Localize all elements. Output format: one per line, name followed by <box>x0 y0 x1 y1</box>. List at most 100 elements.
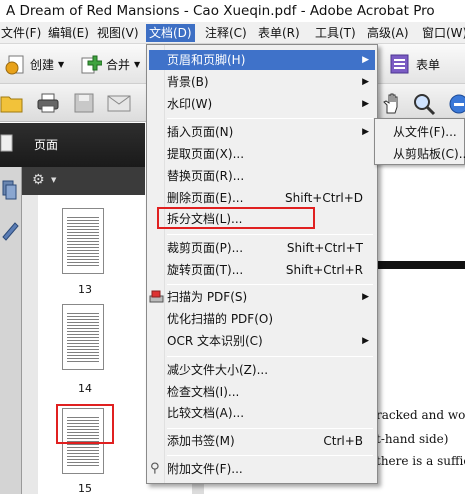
menu-advanced[interactable]: 高级(A) <box>364 24 412 42</box>
submenu-arrow-icon: ▶ <box>362 99 369 109</box>
combine-dropdown-arrow-icon: ▼ <box>134 59 141 69</box>
menu-item-extract-pages[interactable]: 提取页面(X)... <box>149 144 375 164</box>
menu-item-label: 水印(W) <box>167 97 213 111</box>
pages-panel-icon[interactable] <box>0 133 14 155</box>
menu-item-insert-pages[interactable]: 插入页面(N) ▶ <box>149 122 375 142</box>
menu-item-label: 插入页面(N) <box>167 125 234 139</box>
menu-comments[interactable]: 注释(C) <box>202 24 250 42</box>
menu-window[interactable]: 窗口(W) <box>419 24 465 42</box>
insert-pages-submenu: 从文件(F)... 从剪贴板(C)... <box>374 118 465 165</box>
document-text-line: racked and worn <box>376 408 465 422</box>
print-icon[interactable] <box>36 92 60 114</box>
annotation-highlight-thumbnail <box>56 404 114 444</box>
menu-item-examine-document[interactable]: 检查文档(I)... <box>149 382 375 402</box>
menu-item-label: 替换页面(R)... <box>167 169 245 183</box>
menu-item-scan-to-pdf[interactable]: 扫描为 PDF(S) ▶ <box>149 287 375 307</box>
menu-separator <box>167 234 373 235</box>
menu-item-ocr[interactable]: OCR 文本识别(C) ▶ <box>149 331 375 351</box>
create-button[interactable]: 创建 ▼ <box>4 53 64 75</box>
paperclip-icon: ⚲ <box>150 461 160 476</box>
menu-item-compare-documents[interactable]: 比较文档(A)... <box>149 403 375 423</box>
menu-item-label: 添加书签(M) <box>167 434 235 448</box>
menu-item-shortcut: Ctrl+B <box>323 434 363 448</box>
menu-view[interactable]: 视图(V) <box>94 24 142 42</box>
menu-item-shortcut: Shift+Ctrl+R <box>285 263 363 277</box>
menu-item-delete-pages[interactable]: 删除页面(E)... Shift+Ctrl+D <box>149 188 375 208</box>
menu-item-background[interactable]: 背景(B) ▶ <box>149 72 375 92</box>
submenu-arrow-icon: ▶ <box>362 77 369 87</box>
menu-item-attach-file[interactable]: ⚲ 附加文件(F)... <box>149 459 375 479</box>
menu-item-label: 背景(B) <box>167 75 209 89</box>
menu-item-add-bookmark[interactable]: 添加书签(M) Ctrl+B <box>149 431 375 451</box>
page-number: 15 <box>78 482 92 495</box>
menu-bar: 文件(F) 编辑(E) 视图(V) 文档(D) 注释(C) 表单(R) 工具(T… <box>0 22 465 44</box>
menu-item-reduce-file-size[interactable]: 减少文件大小(Z)... <box>149 360 375 380</box>
menu-document[interactable]: 文档(D) <box>146 24 195 42</box>
document-text-line: t-hand side) <box>376 432 449 446</box>
create-label: 创建 <box>30 57 55 72</box>
menu-item-label: 裁剪页面(P)... <box>167 241 244 255</box>
menu-item-replace-pages[interactable]: 替换页面(R)... <box>149 166 375 186</box>
hand-tool-icon[interactable] <box>380 92 404 116</box>
combine-button[interactable]: 合并 ▼ <box>80 53 140 75</box>
menu-item-label: 优化扫描的 PDF(O) <box>167 312 274 326</box>
annotation-highlight-split-document <box>157 207 315 229</box>
menu-separator <box>167 118 373 119</box>
menu-item-label: 减少文件大小(Z)... <box>167 363 269 377</box>
page-thumbnail[interactable] <box>62 208 104 274</box>
navigation-icon-strip <box>0 167 22 494</box>
submenu-item-from-clipboard[interactable]: 从剪贴板(C)... <box>375 143 465 165</box>
options-gear-icon[interactable]: ⚙ <box>32 172 45 188</box>
submenu-arrow-icon: ▶ <box>362 127 369 137</box>
submenu-item-from-file[interactable]: 从文件(F)... <box>375 121 465 143</box>
document-menu: 页眉和页脚(H) ▶ 背景(B) ▶ 水印(W) ▶ 插入页面(N) ▶ 提取页… <box>146 44 378 484</box>
menu-separator <box>167 356 373 357</box>
options-dropdown-arrow-icon[interactable]: ▼ <box>51 176 56 184</box>
menu-item-crop-pages[interactable]: 裁剪页面(P)... Shift+Ctrl+T <box>149 238 375 258</box>
menu-separator <box>167 284 373 285</box>
save-icon[interactable] <box>73 92 95 114</box>
page-thumbnail[interactable] <box>62 304 104 370</box>
thumbnails-options-bar: ⚙ ▼ <box>22 167 145 195</box>
menu-item-watermark[interactable]: 水印(W) ▶ <box>149 94 375 114</box>
menu-item-label: 旋转页面(T)... <box>167 263 244 277</box>
submenu-arrow-icon: ▶ <box>362 292 369 302</box>
email-icon[interactable] <box>106 92 132 114</box>
open-folder-icon[interactable] <box>0 93 24 113</box>
signature-icon[interactable] <box>1 219 19 241</box>
menu-item-label: 比较文档(A)... <box>167 406 245 420</box>
submenu-arrow-icon: ▶ <box>362 55 369 65</box>
window-title: A Dream of Red Mansions - Cao Xueqin.pdf… <box>0 0 465 22</box>
combine-label: 合并 <box>106 57 131 72</box>
forms-button[interactable]: 表单 <box>390 53 440 75</box>
create-dropdown-arrow-icon: ▼ <box>58 59 65 69</box>
menu-item-label: 提取页面(X)... <box>167 147 245 161</box>
menu-item-label: 扫描为 PDF(S) <box>167 290 248 304</box>
menu-tools[interactable]: 工具(T) <box>312 24 359 42</box>
zoom-tool-icon[interactable] <box>412 92 438 116</box>
menu-item-label: OCR 文本识别(C) <box>167 334 263 348</box>
create-icon <box>5 55 24 75</box>
menu-item-label: 删除页面(E)... <box>167 191 244 205</box>
page-thumbnails-icon[interactable] <box>1 179 19 203</box>
menu-item-label: 检查文档(I)... <box>167 385 240 399</box>
navigation-panel-header: 页面 <box>0 123 145 167</box>
menu-forms[interactable]: 表单(R) <box>255 24 303 42</box>
menu-item-shortcut: Shift+Ctrl+D <box>285 191 363 205</box>
menu-item-shortcut: Shift+Ctrl+T <box>286 241 363 255</box>
document-rule <box>374 261 465 269</box>
zoom-out-icon[interactable] <box>447 92 465 116</box>
document-text-line: there is a suffici <box>376 454 465 468</box>
forms-icon <box>390 54 409 74</box>
menu-item-label: 页眉和页脚(H) <box>167 53 246 67</box>
menu-separator <box>167 455 373 456</box>
page-number: 14 <box>78 382 92 395</box>
menu-item-optimize-scanned-pdf[interactable]: 优化扫描的 PDF(O) <box>149 309 375 329</box>
menu-item-rotate-pages[interactable]: 旋转页面(T)... Shift+Ctrl+R <box>149 260 375 280</box>
menu-file[interactable]: 文件(F) <box>0 24 44 42</box>
menu-edit[interactable]: 编辑(E) <box>45 24 92 42</box>
menu-item-header-footer[interactable]: 页眉和页脚(H) ▶ <box>149 50 375 70</box>
submenu-arrow-icon: ▶ <box>362 336 369 346</box>
menu-separator <box>167 428 373 429</box>
combine-icon <box>81 55 102 74</box>
